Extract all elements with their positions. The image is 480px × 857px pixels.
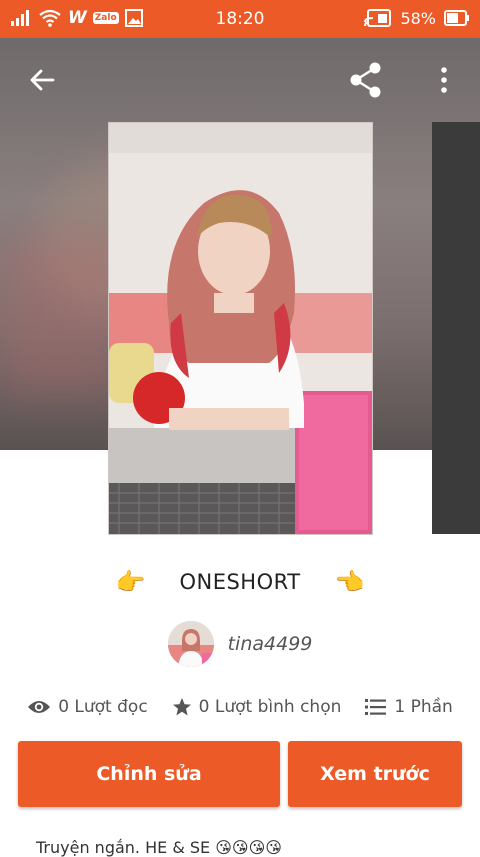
pointing-right-emoji: 👉 — [115, 568, 146, 596]
star-icon — [172, 698, 191, 716]
next-cover-peek[interactable] — [432, 122, 480, 534]
cover-photo — [109, 123, 372, 534]
reads-stat: 0 Lượt đọc — [27, 697, 148, 717]
avatar[interactable] — [167, 621, 214, 667]
battery-percent: 58% — [400, 8, 436, 28]
author-name[interactable]: tina4499 — [228, 633, 313, 655]
share-icon — [350, 62, 381, 98]
votes-stat: 0 Lượt bình chọn — [172, 697, 342, 717]
status-bar: W Zalo 18:20 58% — [0, 0, 480, 38]
parts-stat: 1 Phần — [365, 697, 453, 717]
list-icon — [365, 699, 387, 715]
story-title: ONESHORT — [179, 570, 301, 594]
votes-count: 0 Lượt bình chọn — [198, 697, 342, 717]
preview-button[interactable]: Xem trước — [288, 741, 462, 807]
more-vertical-icon — [441, 67, 447, 93]
back-button[interactable] — [18, 56, 66, 104]
arrow-left-icon — [30, 69, 55, 91]
battery-icon — [444, 10, 469, 26]
story-stats: 0 Lượt đọc 0 Lượt bình chọn 1 Phần — [0, 692, 480, 722]
top-toolbar — [0, 38, 480, 122]
status-bar-right: 58% — [364, 8, 470, 28]
pointing-left-emoji: 👈 — [334, 568, 365, 596]
story-description: Truyện ngắn. HE & SE 😘😘😘😘 — [36, 838, 282, 857]
share-button[interactable] — [342, 56, 390, 104]
story-cover-image[interactable] — [108, 122, 373, 535]
eye-icon — [28, 701, 51, 713]
avatar-image — [167, 621, 214, 667]
more-button[interactable] — [420, 56, 468, 104]
cast-icon — [364, 9, 392, 27]
edit-button[interactable]: Chỉnh sửa — [18, 741, 280, 807]
author-row[interactable]: tina4499 — [0, 620, 480, 668]
story-title-row: 👉 ONESHORT 👈 — [0, 562, 480, 602]
parts-count: 1 Phần — [394, 697, 453, 717]
reads-count: 0 Lượt đọc — [58, 697, 148, 717]
